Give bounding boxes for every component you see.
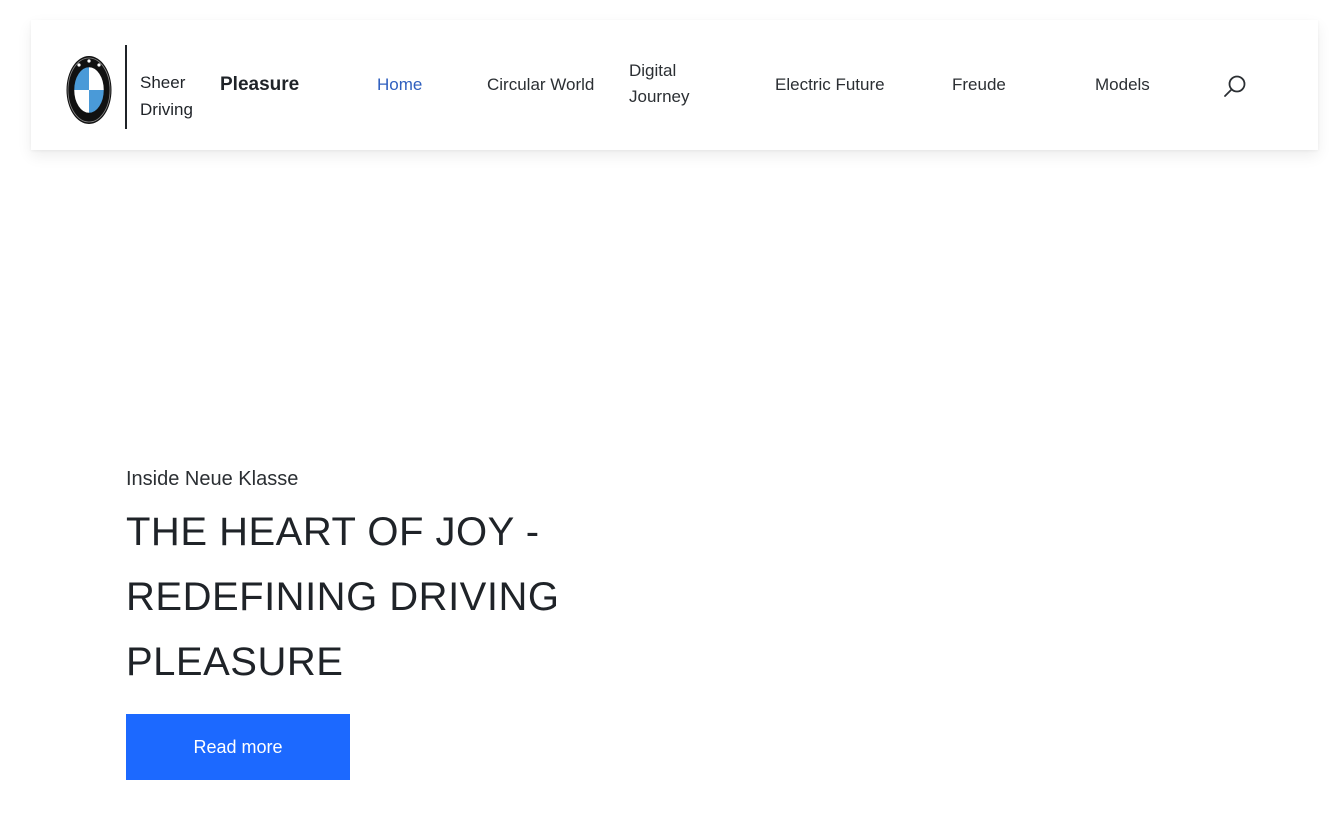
nav-item-digital-journey[interactable]: Digital Journey bbox=[629, 58, 709, 110]
site-header: Sheer Driving Pleasure Home Circular Wor… bbox=[31, 20, 1318, 150]
brand-divider bbox=[125, 45, 127, 129]
brand-name[interactable]: Pleasure bbox=[220, 74, 299, 96]
nav-item-electric-future[interactable]: Electric Future bbox=[775, 72, 885, 98]
search-icon bbox=[1224, 75, 1246, 97]
nav-item-freude[interactable]: Freude bbox=[952, 72, 1006, 98]
brand-tagline: Sheer Driving bbox=[140, 73, 193, 119]
hero-eyebrow: Inside Neue Klasse bbox=[126, 468, 299, 490]
hero-title: THE HEART OF JOY - REDEFINING DRIVING PL… bbox=[126, 510, 560, 684]
nav-item-circular-world[interactable]: Circular World bbox=[487, 72, 594, 98]
nav-item-home[interactable]: Home bbox=[377, 72, 422, 98]
read-more-button[interactable]: Read more bbox=[126, 714, 350, 780]
search-button[interactable] bbox=[1221, 73, 1249, 101]
nav-item-models[interactable]: Models bbox=[1095, 72, 1150, 98]
